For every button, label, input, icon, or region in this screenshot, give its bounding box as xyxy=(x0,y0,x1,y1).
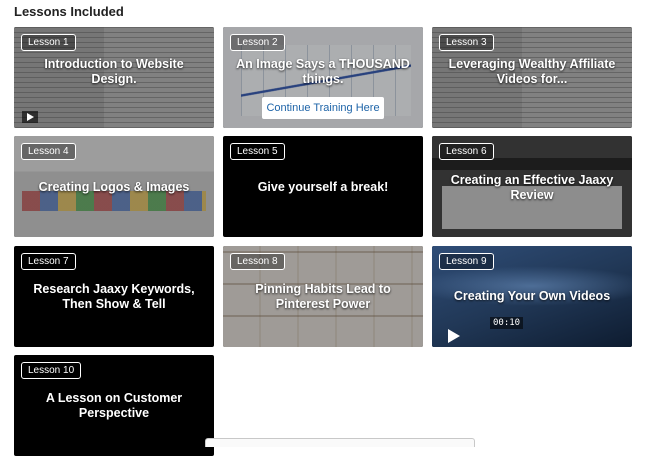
lesson-title: Research Jaaxy Keywords, Then Show & Tel… xyxy=(33,282,195,311)
lesson-badge: Lesson 6 xyxy=(439,143,494,160)
lesson-card-3[interactable]: Lesson 3 Leveraging Wealthy Affiliate Vi… xyxy=(432,27,632,128)
lesson-badge: Lesson 10 xyxy=(21,362,82,379)
lesson-badge: Lesson 5 xyxy=(230,143,285,160)
lesson-title: Creating Logos & Images xyxy=(38,180,190,194)
lesson-title: Give yourself a break! xyxy=(257,180,389,194)
lesson-card-6[interactable]: Lesson 6 Creating an Effective Jaaxy Rev… xyxy=(432,136,632,237)
lesson-card-2[interactable]: Lesson 2 An Image Says a THOUSAND things… xyxy=(223,27,423,128)
lesson-card-7[interactable]: Lesson 7 Research Jaaxy Keywords, Then S… xyxy=(14,246,214,347)
lesson-card-5[interactable]: Lesson 5 Give yourself a break! xyxy=(223,136,423,237)
video-timecode: 00:10 xyxy=(490,317,524,329)
lesson-title: Creating Your Own Videos xyxy=(453,289,611,303)
lesson-title: A Lesson on Customer Perspective xyxy=(45,391,183,420)
lesson-card-1[interactable]: Lesson 1 Introduction to Website Design. xyxy=(14,27,214,128)
lesson-badge: Lesson 9 xyxy=(439,253,494,270)
lesson-badge: Lesson 8 xyxy=(230,253,285,270)
lesson-badge: Lesson 4 xyxy=(21,143,76,160)
lesson-badge: Lesson 2 xyxy=(230,34,285,51)
lesson-title: Leveraging Wealthy Affiliate Videos for.… xyxy=(448,57,616,86)
continue-training-button[interactable]: Continue Training Here xyxy=(262,97,384,119)
lesson-title: Pinning Habits Lead to Pinterest Power xyxy=(255,282,391,311)
lesson-card-10[interactable]: Lesson 10 A Lesson on Customer Perspecti… xyxy=(14,355,214,456)
lesson-card-4[interactable]: Lesson 4 Creating Logos & Images xyxy=(14,136,214,237)
play-icon[interactable] xyxy=(442,327,466,345)
lesson-title: An Image Says a THOUSAND things. xyxy=(236,57,410,86)
lesson-badge: Lesson 3 xyxy=(439,34,494,51)
lesson-badge: Lesson 1 xyxy=(21,34,76,51)
lessons-grid: Lesson 1 Introduction to Website Design.… xyxy=(0,0,650,456)
lesson-title: Introduction to Website Design. xyxy=(44,57,184,86)
lesson-badge: Lesson 7 xyxy=(21,253,76,270)
play-icon xyxy=(22,111,38,123)
lesson-card-8[interactable]: Lesson 8 Pinning Habits Lead to Pinteres… xyxy=(223,246,423,347)
lesson-title: Creating an Effective Jaaxy Review xyxy=(450,173,614,202)
lesson-card-9[interactable]: Lesson 9 Creating Your Own Videos 00:10 xyxy=(432,246,632,347)
